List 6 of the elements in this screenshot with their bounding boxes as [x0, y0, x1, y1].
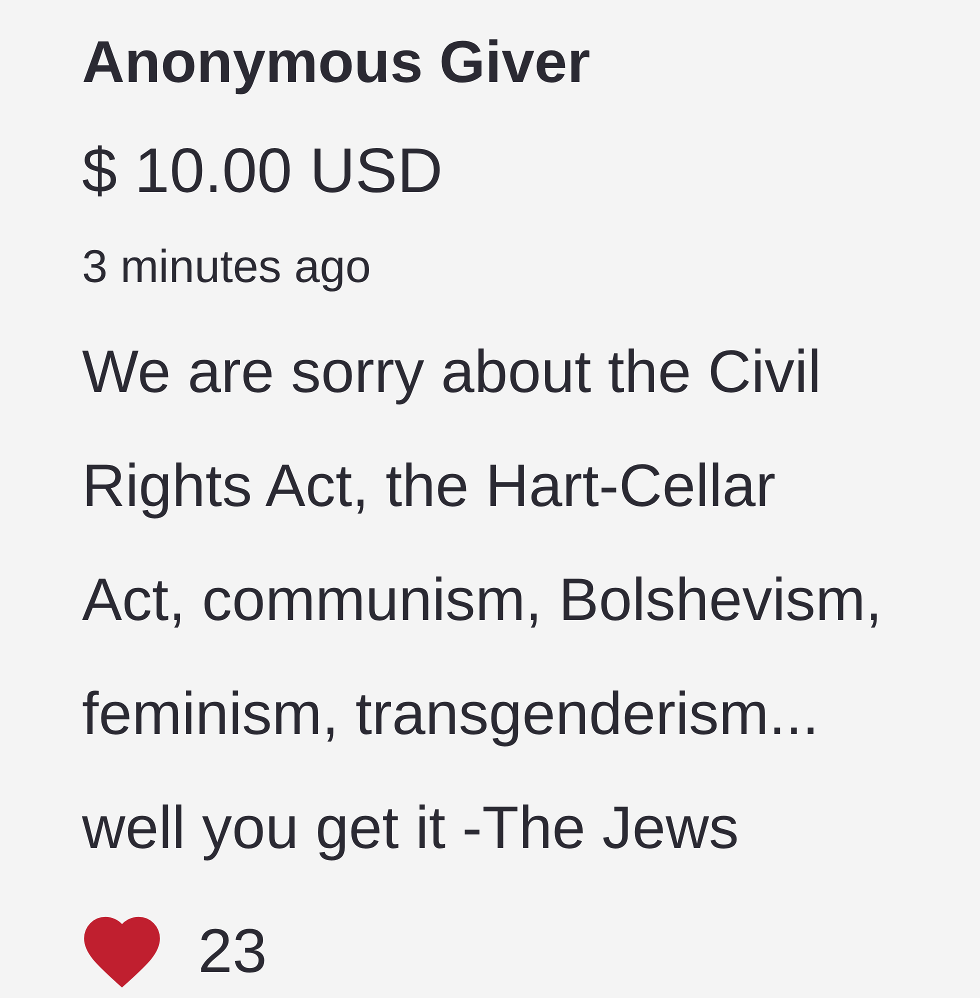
like-count: 23 [198, 917, 267, 987]
donation-time: 3 minutes ago [82, 239, 371, 294]
donor-name: Anonymous Giver [82, 28, 590, 97]
donation-message: We are sorry about the Civil Rights Act, the Hart-Cellar Act, communism, Bolshevism, feminism, transgenderism... well you get it -The Jews [82, 337, 884, 863]
heart-icon[interactable] [82, 915, 162, 989]
donation-amount: $ 10.00 USD [82, 135, 443, 208]
